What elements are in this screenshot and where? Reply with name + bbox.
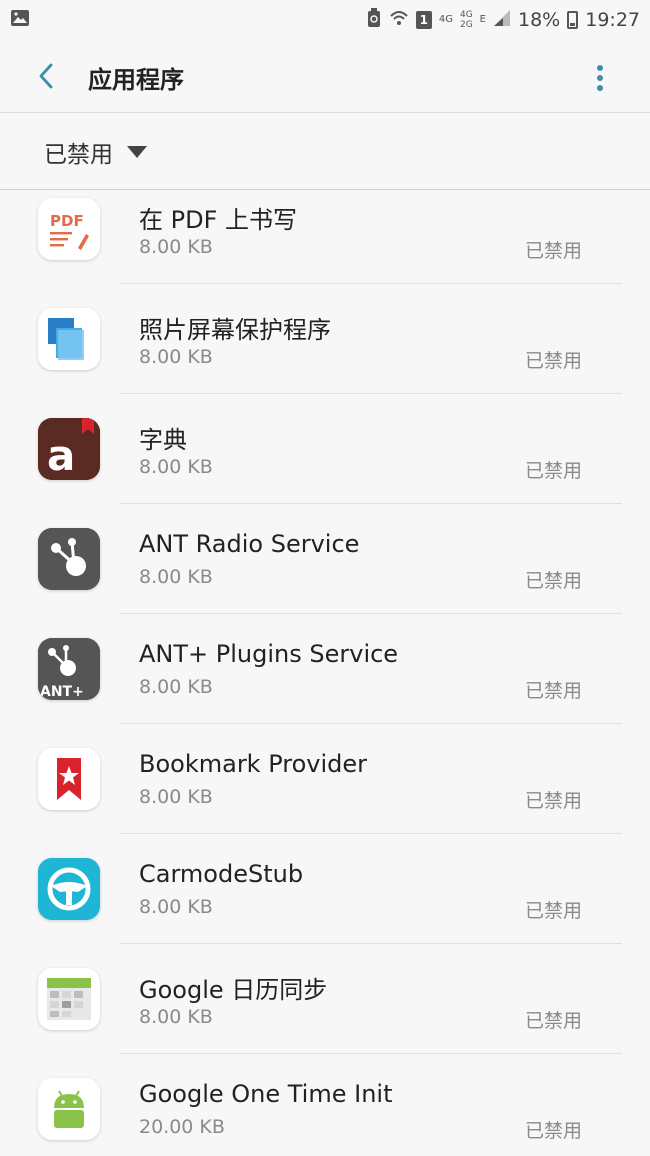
svg-text:ANT+: ANT+ — [40, 684, 84, 700]
page-title: 应用程序 — [88, 66, 184, 94]
list-item[interactable]: PDF 在 PDF 上书写 8.00 KB 已禁用 — [0, 190, 650, 284]
android-icon — [38, 1078, 100, 1140]
network-dual-label: 4G 2G — [459, 10, 473, 30]
app-name: Google One Time Init — [139, 1080, 393, 1108]
app-name: CarmodeStub — [139, 860, 304, 888]
app-bar: 应用程序 — [0, 40, 650, 112]
ant-radio-icon — [38, 528, 100, 590]
app-status: 已禁用 — [524, 680, 582, 702]
clock: 19:27 — [585, 9, 640, 31]
app-status: 已禁用 — [524, 240, 582, 262]
list-item[interactable]: a 字典 8.00 KB 已禁用 — [0, 394, 650, 504]
network-e-label: E — [479, 14, 486, 25]
gallery-notification-icon — [10, 9, 30, 31]
pdf-write-icon: PDF — [38, 198, 100, 260]
back-arrow-icon — [39, 63, 53, 89]
app-status: 已禁用 — [524, 1010, 582, 1032]
filter-dropdown[interactable]: 已禁用 — [44, 135, 147, 169]
svg-text:a: a — [47, 431, 75, 480]
app-name: Bookmark Provider — [139, 750, 368, 778]
app-status: 已禁用 — [524, 350, 582, 372]
app-name: Google 日历同步 — [139, 976, 328, 1004]
list-item[interactable]: Bookmark Provider 8.00 KB 已禁用 — [0, 724, 650, 834]
signal-icon — [493, 9, 511, 32]
app-name: 照片屏幕保护程序 — [139, 316, 331, 344]
app-name: ANT Radio Service — [139, 530, 360, 558]
app-size: 8.00 KB — [139, 456, 213, 478]
more-vert-icon — [597, 65, 603, 91]
battery-percent: 18% — [518, 9, 561, 31]
list-item[interactable]: CarmodeStub 8.00 KB 已禁用 — [0, 834, 650, 944]
list-item[interactable]: 照片屏幕保护程序 8.00 KB 已禁用 — [0, 284, 650, 394]
app-status: 已禁用 — [524, 790, 582, 812]
app-status: 已禁用 — [524, 460, 582, 482]
wifi-icon — [389, 9, 409, 32]
app-size: 8.00 KB — [139, 1006, 213, 1028]
app-status: 已禁用 — [524, 570, 582, 592]
app-name: 字典 — [139, 426, 187, 454]
sim-badge: 1 — [415, 11, 432, 29]
list-item[interactable]: ANT Radio Service 8.00 KB 已禁用 — [0, 504, 650, 614]
more-options-button[interactable] — [584, 62, 616, 94]
app-status: 已禁用 — [524, 900, 582, 922]
list-item[interactable]: ANT+ ANT+ Plugins Service 8.00 KB 已禁用 — [0, 614, 650, 724]
filter-label: 已禁用 — [44, 142, 113, 168]
list-item[interactable]: Google One Time Init 20.00 KB 已禁用 — [0, 1054, 650, 1156]
filter-bar: 已禁用 — [0, 113, 650, 189]
photo-screensaver-icon — [38, 308, 100, 370]
app-size: 8.00 KB — [139, 566, 213, 588]
app-size: 8.00 KB — [139, 346, 213, 368]
recycle-icon — [366, 7, 382, 33]
battery-icon — [567, 11, 579, 29]
calendar-sync-icon — [38, 968, 100, 1030]
app-name: ANT+ Plugins Service — [139, 640, 399, 668]
list-item[interactable]: Google 日历同步 8.00 KB 已禁用 — [0, 944, 650, 1054]
bookmark-icon — [38, 748, 100, 810]
app-list: PDF 在 PDF 上书写 8.00 KB 已禁用 照片屏幕保护程序 8.00 … — [0, 190, 650, 1156]
app-status: 已禁用 — [524, 1120, 582, 1142]
app-name: 在 PDF 上书写 — [139, 206, 298, 234]
app-size: 8.00 KB — [139, 786, 213, 808]
app-size: 8.00 KB — [139, 236, 213, 258]
ant-plugins-icon: ANT+ — [38, 638, 100, 700]
app-size: 8.00 KB — [139, 676, 213, 698]
status-bar: 1 4G 4G 2G E 18% 19:27 — [0, 0, 650, 40]
caret-down-icon — [127, 146, 147, 158]
dictionary-icon: a — [38, 418, 100, 480]
network-4g-label: 4G — [438, 14, 453, 25]
app-size: 20.00 KB — [139, 1116, 225, 1138]
svg-text:PDF: PDF — [50, 212, 84, 230]
back-button[interactable] — [28, 58, 64, 94]
carmode-icon — [38, 858, 100, 920]
app-size: 8.00 KB — [139, 896, 213, 918]
